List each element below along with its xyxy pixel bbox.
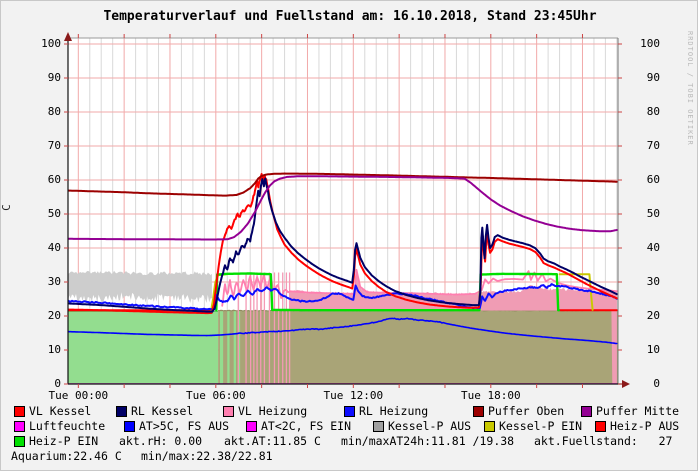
legend-label-vl-heizung: VL Heizung bbox=[238, 405, 307, 417]
legend-label-kesselp-aus: Kessel-P AUS bbox=[388, 420, 471, 432]
y-tick-right-20: 20 bbox=[626, 309, 660, 322]
legend-label-vl-kessel: VL Kessel bbox=[29, 405, 91, 417]
legend-label-heizp-aus: Heiz-P AUS bbox=[610, 420, 679, 432]
y-tick-left-30: 30 bbox=[27, 275, 61, 288]
legend-label-puffer-mitte: Puffer Mitte bbox=[596, 405, 679, 417]
legend-label-heizp-ein: Heiz-P EIN bbox=[29, 435, 98, 447]
legend-swatch-at-gt5 bbox=[124, 421, 135, 432]
rrd-graph: Temperaturverlauf und Fuellstand am: 16.… bbox=[0, 0, 698, 471]
y-tick-right-30: 30 bbox=[626, 275, 660, 288]
legend-label-rl-heizung: RL Heizung bbox=[359, 405, 428, 417]
legend-label-at-gt5: AT>5C, FS AUS bbox=[139, 420, 229, 432]
y-tick-left-40: 40 bbox=[27, 241, 61, 254]
y-tick-left-100: 100 bbox=[27, 37, 61, 50]
legend-swatch-heizp-ein bbox=[14, 436, 25, 447]
y-tick-right-40: 40 bbox=[626, 241, 660, 254]
legend-swatch-vl-heizung bbox=[223, 406, 234, 417]
legend-swatch-puffer-oben bbox=[473, 406, 484, 417]
legend-swatch-luftfeuchte bbox=[14, 421, 25, 432]
y-tick-left-80: 80 bbox=[27, 105, 61, 118]
legend-swatch-at-lt2 bbox=[246, 421, 257, 432]
status-aquarium: Aquarium:22.46 C bbox=[11, 450, 122, 462]
x-tick-6: Tue 06:00 bbox=[176, 389, 256, 402]
legend-swatch-vl-kessel bbox=[14, 406, 25, 417]
legend-label-rl-kessel: RL Kessel bbox=[131, 405, 193, 417]
status-akt-fuellstand: akt.Fuellstand: 27 bbox=[534, 435, 672, 447]
y-tick-left-90: 90 bbox=[27, 71, 61, 84]
y-tick-right-100: 100 bbox=[626, 37, 660, 50]
legend-label-luftfeuchte: Luftfeuchte bbox=[29, 420, 105, 432]
y-tick-right-50: 50 bbox=[626, 207, 660, 220]
status-aquarium-minmax: min/max:22.38/22.81 bbox=[141, 450, 273, 462]
status-akt-rh: akt.rH: 0.00 bbox=[119, 435, 202, 447]
x-tick-18: Tue 18:00 bbox=[451, 389, 531, 402]
status-akt-at: akt.AT:11.85 C bbox=[224, 435, 321, 447]
y-tick-left-50: 50 bbox=[27, 207, 61, 220]
y-tick-left-60: 60 bbox=[27, 173, 61, 186]
y-tick-left-10: 10 bbox=[27, 343, 61, 356]
legend-swatch-rl-heizung bbox=[344, 406, 355, 417]
legend-swatch-rl-kessel bbox=[116, 406, 127, 417]
y-tick-left-20: 20 bbox=[27, 309, 61, 322]
y-tick-right-70: 70 bbox=[626, 139, 660, 152]
legend-label-puffer-oben: Puffer Oben bbox=[488, 405, 564, 417]
status-minmax-at24h: min/maxAT24h:11.81 /19.38 bbox=[341, 435, 514, 447]
x-tick-12: Tue 12:00 bbox=[313, 389, 393, 402]
legend-swatch-kesselp-ein bbox=[484, 421, 495, 432]
legend-swatch-puffer-mitte bbox=[581, 406, 592, 417]
legend-label-at-lt2: AT<2C, FS EIN bbox=[261, 420, 351, 432]
y-tick-left-70: 70 bbox=[27, 139, 61, 152]
y-tick-right-90: 90 bbox=[626, 71, 660, 84]
y-tick-right-0: 0 bbox=[626, 377, 660, 390]
legend-swatch-heizp-aus bbox=[595, 421, 606, 432]
y-tick-right-80: 80 bbox=[626, 105, 660, 118]
legend-swatch-kesselp-aus bbox=[373, 421, 384, 432]
y-tick-right-10: 10 bbox=[626, 343, 660, 356]
legend-label-kesselp-ein: Kessel-P EIN bbox=[499, 420, 582, 432]
y-tick-right-60: 60 bbox=[626, 173, 660, 186]
x-tick-0: Tue 00:00 bbox=[38, 389, 118, 402]
